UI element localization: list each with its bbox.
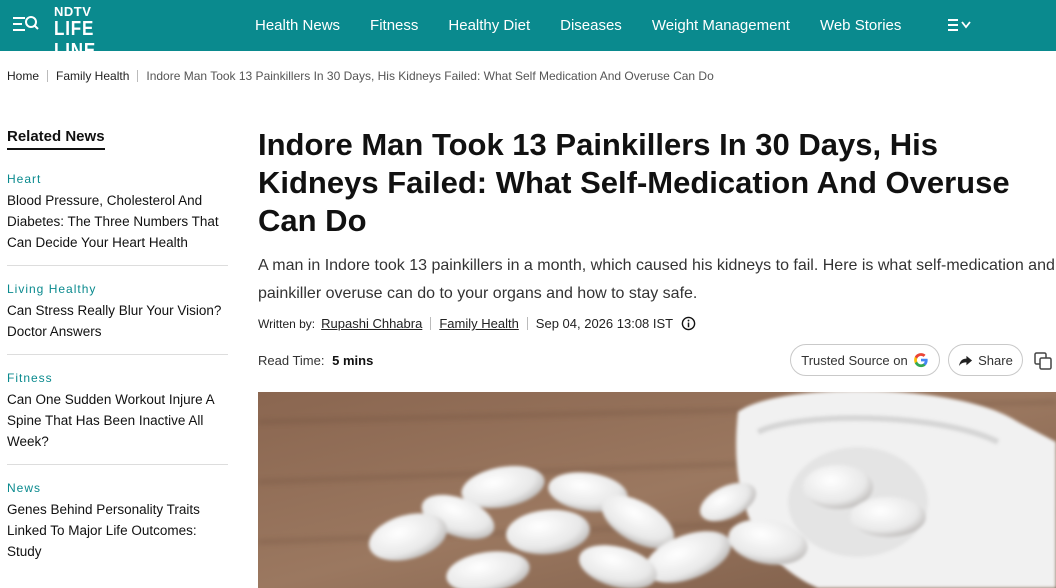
category-link[interactable]: Family Health [439, 316, 518, 331]
nav-health-news[interactable]: Health News [240, 17, 355, 34]
hamburger-dropdown-icon[interactable] [946, 16, 974, 34]
read-time-row: Read Time: 5 mins Trusted Source on Shar… [258, 344, 1056, 378]
article-byline: Written by: Rupashi Chhabra Family Healt… [258, 316, 1056, 331]
pills-photo [258, 392, 1056, 588]
share-label: Share [978, 352, 1013, 368]
nav-diseases[interactable]: Diseases [545, 17, 637, 34]
main-nav: Health News Fitness Healthy Diet Disease… [240, 0, 916, 51]
share-button[interactable]: Share [948, 344, 1023, 376]
related-news-item: Heart Blood Pressure, Cholesterol And Di… [7, 172, 228, 266]
breadcrumb: Home Family Health Indore Man Took 13 Pa… [7, 69, 714, 83]
breadcrumb-category[interactable]: Family Health [56, 69, 129, 83]
related-news-category[interactable]: Fitness [7, 371, 228, 385]
nav-weight-management[interactable]: Weight Management [637, 17, 805, 34]
menu-search-icon[interactable] [12, 12, 40, 36]
related-news-link[interactable]: Blood Pressure, Cholesterol And Diabetes… [7, 190, 228, 253]
article-main: Indore Man Took 13 Painkillers In 30 Day… [258, 126, 1056, 376]
breadcrumb-separator [137, 70, 139, 82]
article-hero-image [258, 392, 1056, 588]
nav-web-stories[interactable]: Web Stories [805, 17, 916, 34]
trusted-source-label: Trusted Source on [801, 352, 908, 368]
related-news-link[interactable]: Can Stress Really Blur Your Vision? Doct… [7, 300, 228, 342]
trusted-source-button[interactable]: Trusted Source on [790, 344, 940, 376]
logo-top-text: NDTV [54, 4, 92, 19]
logo-bottom-text: LIFE LINE [54, 18, 97, 62]
related-news-category[interactable]: News [7, 481, 228, 495]
share-arrow-icon [959, 355, 973, 366]
related-news-item: News Genes Behind Personality Traits Lin… [7, 481, 228, 574]
article-summary: A man in Indore took 13 painkillers in a… [258, 257, 1055, 302]
breadcrumb-separator [47, 70, 49, 82]
related-news-link[interactable]: Genes Behind Personality Traits Linked T… [7, 499, 228, 562]
related-news-category[interactable]: Living Healthy [7, 282, 228, 296]
nav-healthy-diet[interactable]: Healthy Diet [433, 17, 545, 34]
related-news-item: Fitness Can One Sudden Workout Injure A … [7, 371, 228, 465]
related-news-sidebar: Related News Heart Blood Pressure, Chole… [7, 128, 228, 588]
read-time-value: 5 mins [332, 353, 374, 368]
google-g-icon [913, 353, 928, 368]
info-icon[interactable] [681, 316, 696, 331]
author-link[interactable]: Rupashi Chhabra [321, 316, 422, 331]
breadcrumb-current: Indore Man Took 13 Painkillers In 30 Day… [146, 69, 714, 83]
related-news-link[interactable]: Can One Sudden Workout Injure A Spine Th… [7, 389, 228, 452]
related-news-title: Related News [7, 128, 105, 150]
related-news-item: Living Healthy Can Stress Really Blur Yo… [7, 282, 228, 355]
ndtv-lifeline-logo[interactable]: NDTV LIFE LINE [54, 4, 146, 62]
written-by-label: Written by: [258, 316, 316, 331]
byline-separator [526, 317, 528, 330]
publish-date: Sep 04, 2026 13:08 IST [535, 316, 674, 331]
read-time-label: Read Time: [258, 353, 325, 368]
copy-icon[interactable] [1033, 351, 1053, 371]
top-navigation-bar: NDTV LIFE LINE Health News Fitness Healt… [0, 0, 1056, 62]
read-time: Read Time: 5 mins [258, 353, 373, 368]
byline-separator [430, 317, 432, 330]
article-headline: Indore Man Took 13 Painkillers In 30 Day… [258, 127, 1010, 238]
related-news-category[interactable]: Heart [7, 172, 228, 186]
nav-fitness[interactable]: Fitness [355, 17, 433, 34]
breadcrumb-home[interactable]: Home [7, 69, 39, 83]
